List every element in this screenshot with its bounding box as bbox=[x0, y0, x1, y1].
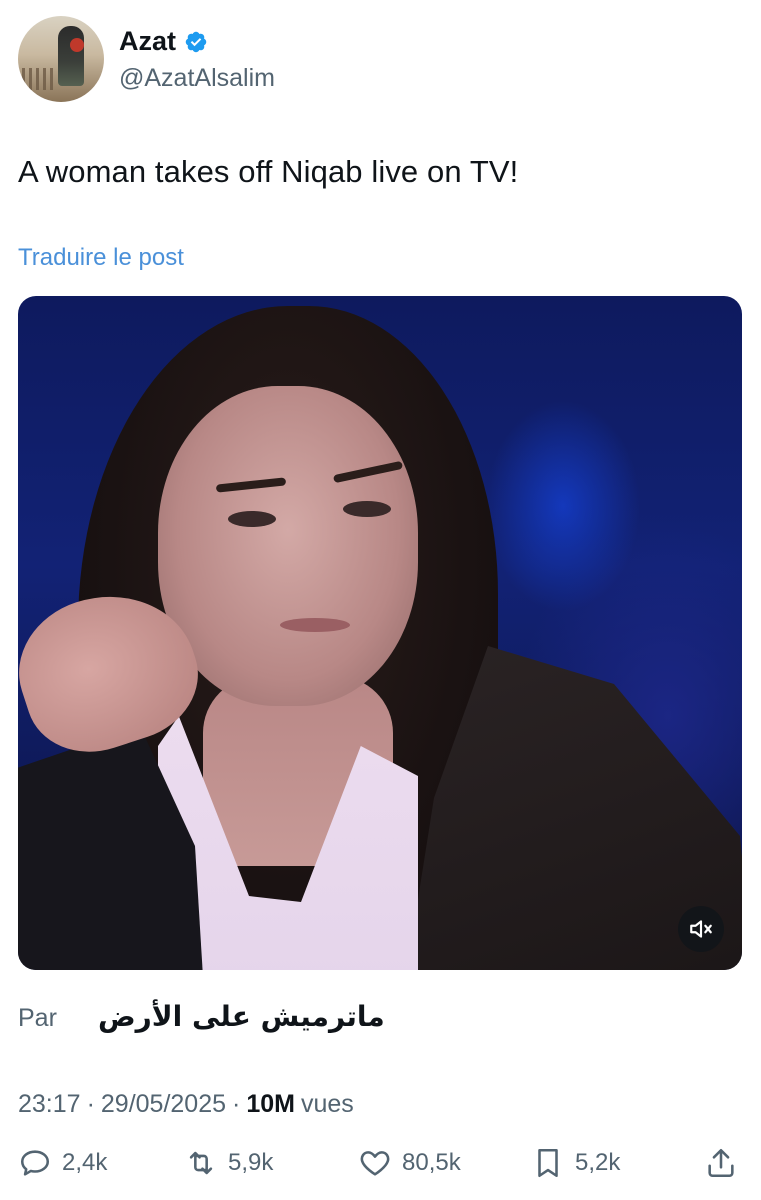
attribution-label: Par bbox=[18, 1004, 57, 1032]
action-bar: 2,4k 5,9k 80,5k 5,2k bbox=[18, 1146, 742, 1196]
avatar[interactable] bbox=[18, 16, 104, 102]
translate-post-link[interactable]: Traduire le post bbox=[18, 244, 184, 272]
author-name[interactable]: Azat bbox=[119, 26, 176, 57]
video-player[interactable] bbox=[18, 296, 742, 970]
post-text: A woman takes off Niqab live on TV! bbox=[18, 154, 519, 189]
bookmark-icon bbox=[538, 1148, 558, 1178]
reply-button[interactable]: 2,4k bbox=[18, 1146, 107, 1180]
views-count: 10M bbox=[246, 1090, 295, 1118]
attribution-source-name[interactable]: ماترميش على الأرض bbox=[98, 1000, 385, 1033]
share-icon bbox=[708, 1148, 734, 1178]
meta-separator: · bbox=[86, 1090, 95, 1118]
repost-count: 5,9k bbox=[228, 1149, 274, 1176]
share-button[interactable] bbox=[704, 1146, 738, 1180]
author-name-row: Azat bbox=[119, 26, 208, 57]
mute-button[interactable] bbox=[678, 906, 724, 952]
video-frame-face bbox=[158, 386, 418, 706]
post-date[interactable]: 29/05/2025 bbox=[101, 1090, 226, 1119]
reply-icon bbox=[20, 1150, 50, 1176]
views-label: vues bbox=[300, 1090, 354, 1118]
video-frame-lips bbox=[280, 618, 350, 632]
video-frame-eye bbox=[228, 511, 276, 527]
like-button[interactable]: 80,5k bbox=[358, 1146, 461, 1180]
like-count: 80,5k bbox=[402, 1149, 461, 1176]
repost-icon bbox=[189, 1151, 213, 1175]
video-attribution: Par ماترميش على الأرض bbox=[18, 1000, 738, 1040]
verified-badge-icon bbox=[185, 31, 207, 52]
post-time[interactable]: 23:17 bbox=[18, 1090, 81, 1119]
author-handle[interactable]: @AzatAlsalim bbox=[119, 64, 275, 93]
post-header: Azat @AzatAlsalim bbox=[18, 16, 738, 102]
avatar-crowd bbox=[22, 68, 56, 90]
meta-separator: · bbox=[232, 1090, 241, 1118]
repost-button[interactable]: 5,9k bbox=[184, 1146, 273, 1180]
post-meta: 23:17 · 29/05/2025 · 10M vues bbox=[18, 1090, 354, 1119]
speaker-muted-icon bbox=[690, 920, 712, 938]
heart-icon bbox=[360, 1151, 390, 1176]
avatar-figure bbox=[58, 26, 84, 86]
bookmark-button[interactable]: 5,2k bbox=[531, 1146, 620, 1180]
video-frame-eye bbox=[343, 501, 391, 517]
reply-count: 2,4k bbox=[62, 1149, 108, 1176]
bookmark-count: 5,2k bbox=[575, 1149, 621, 1176]
avatar-red-detail bbox=[70, 38, 84, 52]
